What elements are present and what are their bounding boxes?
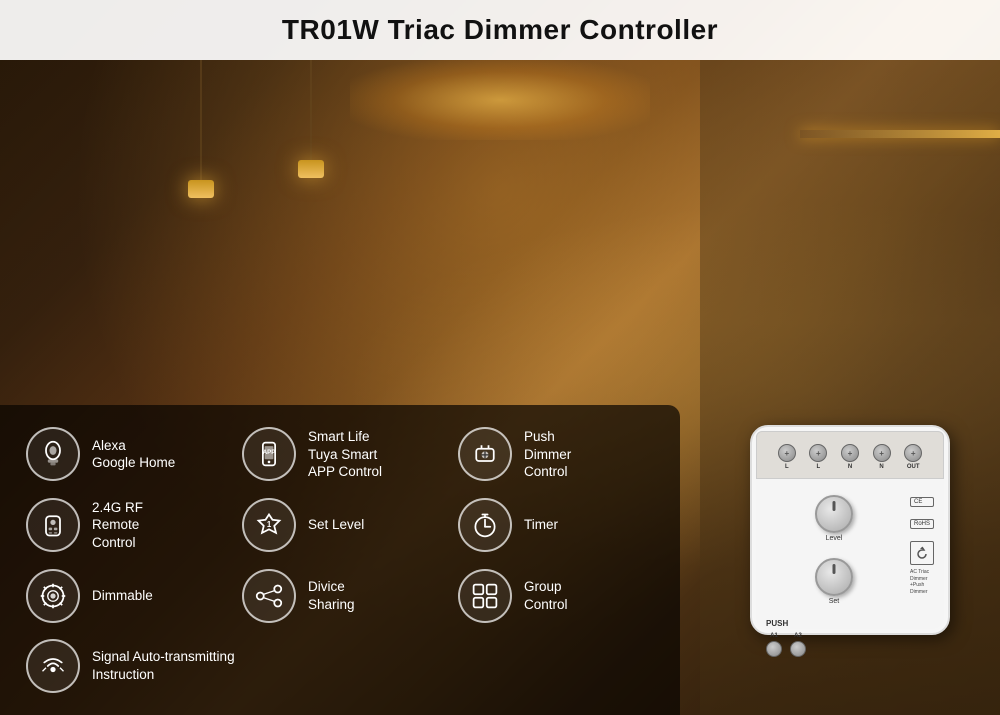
sharing-icon (255, 582, 283, 610)
smart-life-text: Smart LifeTuya SmartAPP Control (308, 428, 382, 481)
signal-text: Signal Auto-transmittingInstruction (92, 648, 235, 683)
dimmable-text: Dimmable (92, 587, 153, 605)
device-sharing-text: DiviceSharing (308, 578, 355, 613)
features-grid: AlexaGoogle Home APP Smart LifeTuya Smar… (0, 405, 680, 715)
terminals-area: L L N N OUT (756, 431, 944, 479)
set-level-icon-circle: 1 (242, 498, 296, 552)
terminal-screw-L2 (809, 444, 827, 462)
title-bar: TR01W Triac Dimmer Controller (0, 0, 1000, 60)
terminal-screw-N1 (841, 444, 859, 462)
ce-badge: CE (910, 497, 934, 507)
terminal-label-N1: N (848, 464, 852, 470)
push-terminals: A1 A2 (766, 633, 934, 657)
terminal-L1: L (778, 444, 796, 470)
terminal-OUT: OUT (904, 444, 922, 470)
set-level-text: Set Level (308, 516, 364, 534)
alexa-icon (39, 440, 67, 468)
feature-rf-remote: 2.4G RFRemoteControl (20, 494, 228, 557)
device-description: AC TriacDimmer+PushDimmer (910, 569, 934, 595)
push-section: PUSH A1 A2 (766, 613, 934, 657)
terminal-screw-L1 (778, 444, 796, 462)
timer-icon-circle (458, 498, 512, 552)
set-label: Set (829, 598, 840, 605)
a2-screw (790, 641, 806, 657)
terminal-L2: L (809, 444, 827, 470)
pendant-light-2 (298, 160, 324, 178)
device-image: L L N N OUT (750, 425, 970, 655)
rf-remote-icon-circle (26, 498, 80, 552)
push-dimmer-text: PushDimmerControl (524, 428, 571, 481)
push-dimmer-icon (471, 440, 499, 468)
set-knob-area: Set (815, 558, 853, 605)
recycle-icon (914, 545, 930, 561)
feature-alexa: AlexaGoogle Home (20, 423, 228, 486)
terminal-screw-N2 (873, 444, 891, 462)
rf-remote-text: 2.4G RFRemoteControl (92, 499, 143, 552)
feature-group-control: GroupControl (452, 564, 660, 627)
terminal-label-N2: N (879, 464, 883, 470)
terminal-screw-OUT (904, 444, 922, 462)
push-label: PUSH (766, 619, 788, 628)
svg-text:APP: APP (263, 449, 276, 456)
group-control-icon-circle (458, 569, 512, 623)
device-right-labels: CE RoHS AC TriacDimmer+PushDimmer (910, 487, 934, 605)
signal-icon-circle (26, 639, 80, 693)
a1-screw (766, 641, 782, 657)
alexa-text: AlexaGoogle Home (92, 437, 175, 472)
feature-dimmable: Dimmable (20, 564, 228, 627)
level-knob (815, 495, 853, 533)
level-knob-area: Level (815, 495, 853, 542)
pendant-light-1 (188, 180, 214, 198)
push-terminal-a1: A1 (766, 633, 782, 657)
device-bottom: PUSH A1 A2 (752, 609, 948, 661)
feature-push-dimmer: PushDimmerControl (452, 423, 660, 486)
set-knob (815, 558, 853, 596)
feature-timer: Timer (452, 494, 660, 557)
signal-icon (39, 652, 67, 680)
a2-label: A2 (794, 633, 802, 639)
timer-icon (471, 511, 499, 539)
device-sharing-icon-circle (242, 569, 296, 623)
smartphone-icon: APP (255, 440, 283, 468)
pendant-wire-2 (310, 60, 312, 160)
remote-icon (39, 511, 67, 539)
feature-device-sharing: DiviceSharing (236, 564, 444, 627)
push-dimmer-icon-circle (458, 427, 512, 481)
terminal-label-OUT: OUT (907, 464, 920, 470)
terminal-label-L1: L (785, 464, 789, 470)
feature-set-level: 1 Set Level (236, 494, 444, 557)
rohs-badge: RoHS (910, 519, 934, 529)
page-wrapper: TR01W Triac Dimmer Controller AlexaGoogl… (0, 0, 1000, 715)
a1-label: A1 (770, 633, 778, 639)
group-control-text: GroupControl (524, 578, 568, 613)
alexa-icon-circle (26, 427, 80, 481)
terminal-N2: N (873, 444, 891, 470)
dimmable-icon-circle (26, 569, 80, 623)
dimmable-icon (39, 582, 67, 610)
strip-light (800, 130, 1000, 138)
device-middle: Level Set CE RoHS (752, 483, 948, 609)
page-title: TR01W Triac Dimmer Controller (282, 14, 718, 46)
smart-life-icon-circle: APP (242, 427, 296, 481)
group-icon (471, 582, 499, 610)
terminal-label-L2: L (817, 464, 821, 470)
pendant-wire-1 (200, 60, 202, 180)
level-label: Level (826, 535, 843, 542)
push-terminal-a2: A2 (790, 633, 806, 657)
timer-text: Timer (524, 516, 558, 534)
terminal-row: L L N N OUT (763, 436, 937, 474)
ceiling-glow (350, 60, 650, 140)
feature-signal: Signal Auto-transmittingInstruction (20, 635, 660, 697)
feature-smart-life: APP Smart LifeTuya SmartAPP Control (236, 423, 444, 486)
svg-text:1: 1 (267, 520, 272, 529)
terminal-N1: N (841, 444, 859, 470)
level-icon: 1 (255, 511, 283, 539)
recycle-mark (910, 541, 934, 565)
device-body: L L N N OUT (750, 425, 950, 635)
